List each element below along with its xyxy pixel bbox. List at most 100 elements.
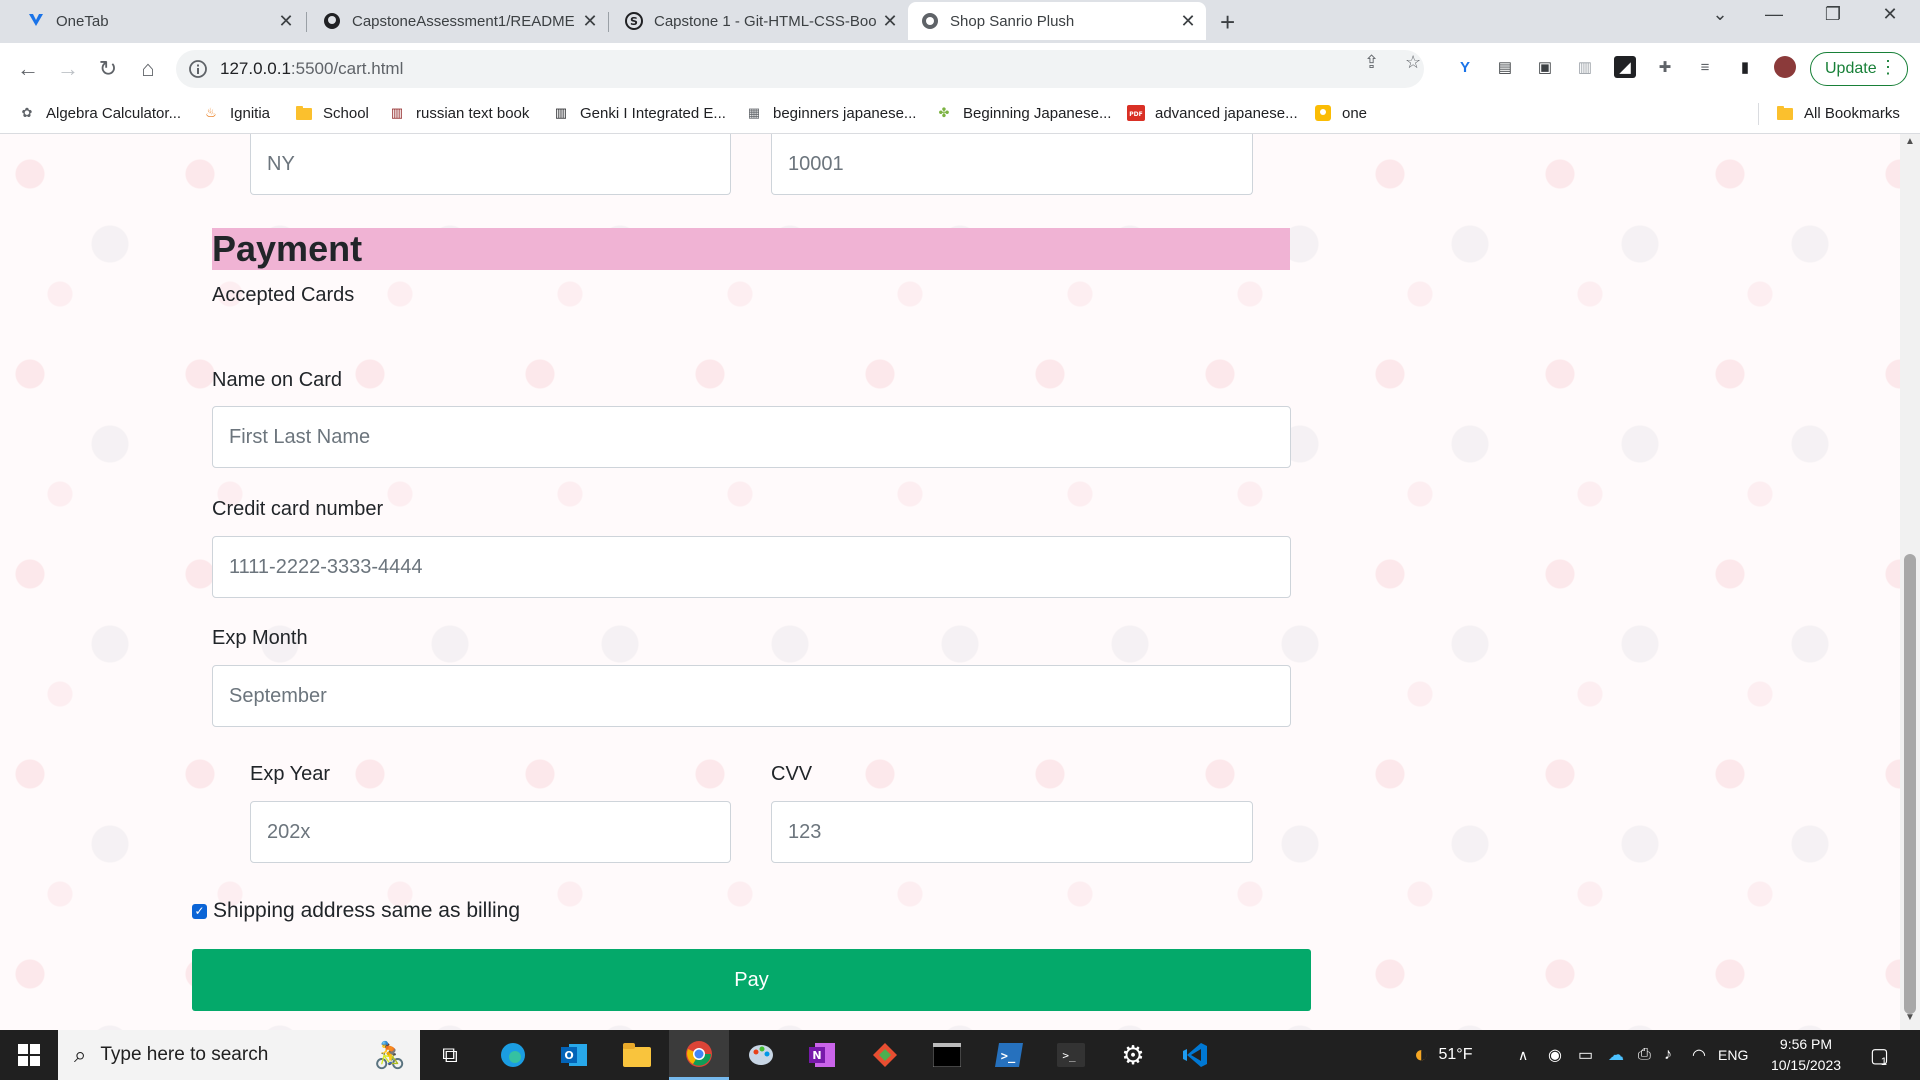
file-explorer-icon[interactable] [607,1030,667,1080]
name-on-card-input[interactable]: First Last Name [212,406,1291,468]
clock-date: 10/15/2023 [1770,1057,1842,1073]
bookmark-genki[interactable]: ▥ Genki I Integrated E... [552,104,726,122]
picture-in-picture-icon[interactable]: ▣ [1534,56,1556,78]
tab-search-icon[interactable]: ⌄ [1700,4,1740,25]
shipping-same-row[interactable]: ✓ Shipping address same as billing [192,899,520,923]
close-tab-icon[interactable]: ✕ [878,11,902,32]
media-controls-icon[interactable]: ≡ [1694,56,1716,78]
close-tab-icon[interactable]: ✕ [274,11,298,32]
tab-title: Capstone 1 - Git-HTML-CSS-Boo [654,12,877,30]
bookmark-one[interactable]: one [1314,104,1367,122]
all-bookmarks[interactable]: All Bookmarks [1776,104,1900,122]
powershell-icon[interactable]: >_ [979,1030,1039,1080]
zip-input[interactable]: 10001 [771,134,1253,195]
bookmark-ignitia[interactable]: ♨ Ignitia [202,104,270,122]
restore-button[interactable]: ❐ [1813,4,1853,25]
credit-card-number-input[interactable]: 1111-2222-3333-4444 [212,536,1291,598]
chrome-icon[interactable] [669,1030,729,1080]
bookmark-star-icon[interactable]: ☆ [1405,52,1421,73]
bookmarks-divider [1758,103,1759,125]
bookmark-school[interactable]: School [295,104,369,122]
reader-extension-icon[interactable]: ▤ [1494,56,1516,78]
close-tab-icon[interactable]: ✕ [578,11,602,32]
side-panel-icon[interactable]: ▮ [1734,56,1756,78]
clock-time: 9:56 PM [1779,1036,1833,1052]
settings-gear-icon[interactable]: ⚙ [1103,1030,1163,1080]
language-label: ENG [1718,1047,1749,1063]
address-bar[interactable]: 127.0.0.1:5500/cart.html [176,50,1424,88]
git-tool-icon[interactable] [855,1030,915,1080]
back-button[interactable]: ← [12,53,44,85]
dark-extension-icon[interactable]: ◢ [1614,56,1636,78]
outlook-icon[interactable]: O [545,1030,605,1080]
share-icon[interactable]: ⇪ [1364,52,1379,73]
tab-onetab[interactable]: OneTab ✕ [14,2,304,40]
tab-shop-sanrio-plush[interactable]: Shop Sanrio Plush ✕ [908,2,1206,40]
vscode-icon[interactable] [1165,1030,1225,1080]
keep-icon [1314,104,1332,122]
split-view-icon[interactable]: ▥ [1574,56,1596,78]
svg-text:O: O [564,1049,573,1062]
cvv-input[interactable]: 123 [771,801,1253,863]
bookmark-label: beginners japanese... [773,104,917,122]
search-highlight-icon: 🚴 [373,1040,406,1070]
close-tab-icon[interactable]: ✕ [1176,11,1200,32]
search-placeholder: Type here to search [100,1044,269,1065]
tab-github-readme[interactable]: CapstoneAssessment1/README ✕ [310,2,608,40]
bookmark-label: Beginning Japanese... [963,104,1112,122]
forward-button[interactable]: → [52,53,84,85]
pay-label: Pay [734,968,769,991]
volume-icon[interactable]: ♪ [1664,1030,1672,1080]
tab-strip: OneTab ✕ CapstoneAssessment1/README ✕ S … [0,0,1920,43]
minimize-button[interactable]: — [1754,4,1794,25]
language-indicator[interactable]: ENG [1718,1030,1748,1080]
image-icon: ▦ [747,105,761,120]
wifi-icon[interactable]: ◠ [1692,1030,1706,1080]
shipping-same-checkbox[interactable]: ✓ [192,903,207,919]
pay-button[interactable]: Pay [192,949,1311,1011]
update-label: Update [1825,60,1877,77]
weather-widget[interactable]: ◐ 51°F [1414,1030,1472,1080]
update-button[interactable]: Update ⋮ [1810,52,1908,86]
tab-capstone[interactable]: S Capstone 1 - Git-HTML-CSS-Boo ✕ [612,2,908,40]
bookmark-advanced-japanese[interactable]: PDF advanced japanese... [1127,104,1298,122]
bookmark-beginners-japanese[interactable]: ▦ beginners japanese... [745,104,917,122]
reload-button[interactable]: ↻ [92,53,124,85]
start-button[interactable] [0,1030,58,1080]
scroll-up-arrow-icon[interactable]: ▲ [1900,136,1920,152]
onetab-extension-icon[interactable]: Y [1454,56,1476,78]
state-input[interactable]: NY [250,134,731,195]
task-view-icon[interactable]: ⧉ [420,1030,480,1080]
tab-title: CapstoneAssessment1/README [352,12,575,30]
clock[interactable]: 9:56 PM 10/15/2023 [1758,1034,1854,1076]
scroll-thumb[interactable] [1904,554,1916,1014]
edge-icon[interactable] [483,1030,543,1080]
show-hidden-icons[interactable]: ∧ [1518,1030,1528,1080]
bookmark-algebra[interactable]: ✿ Algebra Calculator... [18,104,182,122]
command-prompt-icon[interactable] [917,1030,977,1080]
onenote-icon[interactable]: N [793,1030,853,1080]
new-tab-button[interactable]: + [1220,7,1235,38]
paint-icon[interactable] [731,1030,791,1080]
notification-center-icon[interactable]: ▢ 1 [1870,1030,1889,1080]
close-window-button[interactable]: ✕ [1870,4,1910,25]
bookmark-label: one [1342,104,1368,122]
scroll-down-arrow-icon[interactable]: ▼ [1900,1012,1920,1028]
page-scrollbar[interactable]: ▲ ▼ [1900,134,1920,1030]
leaf-icon: ✤ [938,105,950,120]
exp-month-placeholder: September [229,684,327,707]
profile-avatar[interactable] [1774,56,1796,78]
bookmark-beginning-japanese[interactable]: ✤ Beginning Japanese... [935,104,1112,122]
bookmark-label: advanced japanese... [1155,104,1298,122]
extensions-puzzle-icon[interactable]: ✚ [1654,56,1676,78]
svg-text:PDF: PDF [1129,111,1142,118]
onedrive-cloud-icon[interactable]: ☁ [1608,1030,1624,1080]
network-icon[interactable]: ⎙ [1638,1030,1651,1080]
site-info-icon[interactable] [188,59,208,79]
exp-year-input[interactable]: 202x [250,801,731,863]
home-button[interactable]: ⌂ [132,53,164,85]
bookmark-russian-text-book[interactable]: ▥ russian text book [388,104,530,122]
taskbar-search-box[interactable]: ⌕ Type here to search 🚴 [58,1030,420,1080]
terminal-icon[interactable]: >_ [1041,1030,1101,1080]
exp-month-input[interactable]: September [212,665,1291,727]
